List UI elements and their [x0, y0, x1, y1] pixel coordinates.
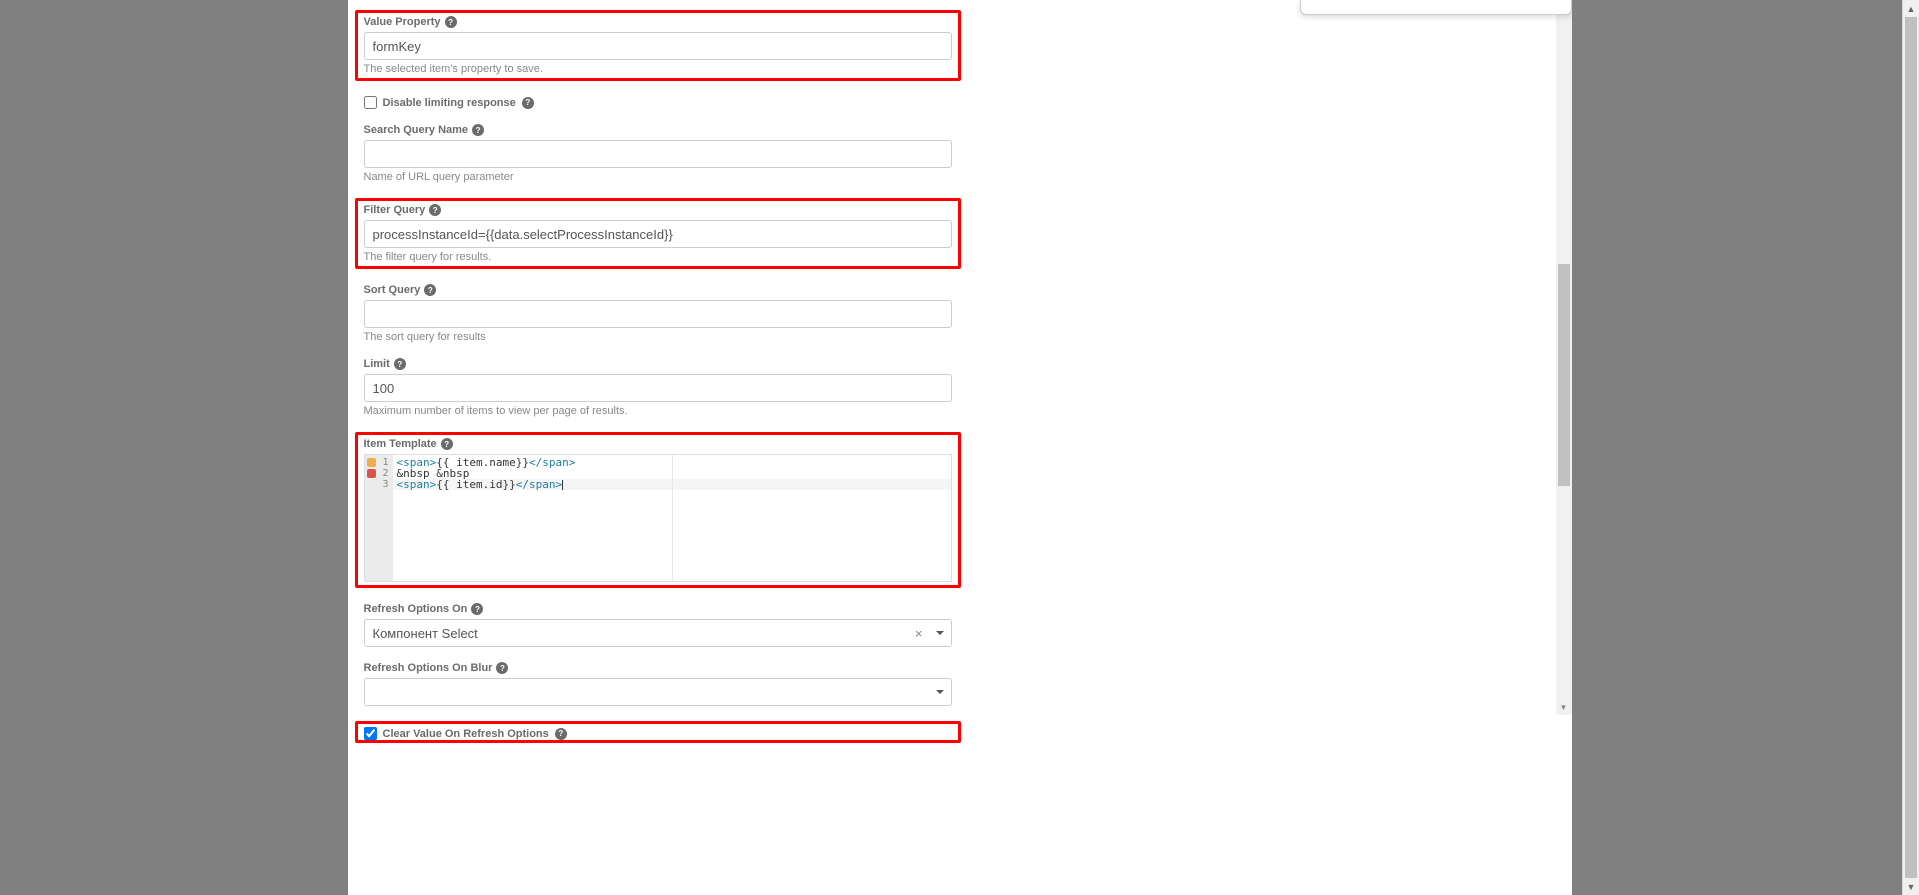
label-text: Refresh Options On: [364, 603, 468, 615]
label-text: Filter Query: [364, 204, 426, 216]
clear-value-on-refresh-label: Clear Value On Refresh Options: [383, 728, 549, 740]
help-icon[interactable]: ?: [424, 284, 436, 296]
sort-query-group: Sort Query ? The sort query for results: [364, 284, 952, 343]
gutter-line: 1: [365, 457, 393, 468]
disable-limiting-group: Disable limiting response ?: [364, 96, 952, 109]
item-template-editor[interactable]: 1 2 3 <span>{{ item.name}}</span> &nbsp …: [364, 454, 952, 582]
disable-limiting-label: Disable limiting response: [383, 97, 516, 109]
scroll-up-icon[interactable]: ▲: [1903, 0, 1919, 17]
search-query-name-input[interactable]: [364, 140, 952, 168]
sort-query-help: The sort query for results: [364, 331, 952, 343]
filter-query-label: Filter Query ?: [364, 204, 952, 216]
filter-query-group: Filter Query ? The filter query for resu…: [355, 198, 961, 269]
label-text: Item Template: [364, 438, 437, 450]
limit-input[interactable]: [364, 374, 952, 402]
help-icon[interactable]: ?: [394, 358, 406, 370]
refresh-options-on-blur-group: Refresh Options On Blur ?: [364, 662, 952, 706]
chevron-down-icon: [936, 631, 944, 635]
label-text: Search Query Name: [364, 124, 469, 136]
refresh-options-on-blur-select[interactable]: [364, 678, 952, 706]
filter-query-input[interactable]: [364, 220, 952, 248]
refresh-options-on-group: Refresh Options On ? Компонент Select ×: [364, 603, 952, 647]
search-query-name-help: Name of URL query parameter: [364, 171, 952, 183]
disable-limiting-checkbox[interactable]: [364, 96, 377, 109]
help-icon[interactable]: ?: [472, 124, 484, 136]
disable-limiting-row[interactable]: Disable limiting response ?: [364, 96, 952, 109]
scroll-track[interactable]: [1556, 16, 1572, 699]
code-body[interactable]: <span>{{ item.name}}</span> &nbsp &nbsp …: [393, 455, 951, 581]
refresh-options-on-select[interactable]: Компонент Select ×: [364, 619, 952, 647]
scroll-track[interactable]: [1903, 17, 1919, 878]
search-query-name-group: Search Query Name ? Name of URL query pa…: [364, 124, 952, 183]
sort-query-input[interactable]: [364, 300, 952, 328]
notification-bubble: [1300, 0, 1572, 15]
select-value: Компонент Select: [373, 626, 478, 641]
gutter-line: 3: [365, 479, 393, 490]
item-template-label: Item Template ?: [364, 438, 952, 450]
value-property-group: Value Property ? The selected item's pro…: [355, 10, 961, 81]
clear-value-on-refresh-row[interactable]: Clear Value On Refresh Options ?: [364, 727, 952, 740]
cursor: [562, 480, 563, 490]
help-icon[interactable]: ?: [522, 97, 534, 109]
page-background: ▲ ▼ Value Property ? The selected item's…: [0, 0, 1919, 895]
refresh-options-on-label: Refresh Options On ?: [364, 603, 952, 615]
label-text: Limit: [364, 358, 390, 370]
help-icon[interactable]: ?: [555, 728, 567, 740]
modal-scrollbar[interactable]: ▲ ▼: [1556, 0, 1572, 715]
scroll-down-icon[interactable]: ▼: [1556, 699, 1572, 715]
help-icon[interactable]: ?: [429, 204, 441, 216]
limit-label: Limit ?: [364, 358, 952, 370]
help-icon[interactable]: ?: [496, 662, 508, 674]
help-icon[interactable]: ?: [441, 438, 453, 450]
limit-help: Maximum number of items to view per page…: [364, 405, 952, 417]
page-scrollbar[interactable]: ▲ ▼: [1902, 0, 1919, 895]
scroll-thumb[interactable]: [1905, 17, 1917, 878]
limit-group: Limit ? Maximum number of items to view …: [364, 358, 952, 417]
modal-body: Value Property ? The selected item's pro…: [348, 0, 1572, 895]
filter-query-help: The filter query for results.: [364, 251, 952, 263]
refresh-options-on-blur-label: Refresh Options On Blur ?: [364, 662, 952, 674]
clear-value-on-refresh-checkbox[interactable]: [364, 727, 377, 740]
gutter-line: 2: [365, 468, 393, 479]
item-template-group: Item Template ? 1 2 3 <span>{{ item.name…: [355, 432, 961, 588]
help-icon[interactable]: ?: [471, 603, 483, 615]
label-text: Sort Query: [364, 284, 421, 296]
chevron-down-icon: [936, 690, 944, 694]
scroll-down-icon[interactable]: ▼: [1903, 878, 1919, 895]
scroll-thumb[interactable]: [1558, 264, 1570, 486]
help-icon[interactable]: ?: [445, 16, 457, 28]
form-column: Value Property ? The selected item's pro…: [364, 10, 952, 749]
value-property-help: The selected item's property to save.: [364, 63, 952, 75]
sort-query-label: Sort Query ?: [364, 284, 952, 296]
code-split-divider: [672, 455, 673, 581]
search-query-name-label: Search Query Name ?: [364, 124, 952, 136]
value-property-input[interactable]: [364, 32, 952, 60]
clear-icon[interactable]: ×: [915, 626, 923, 641]
clear-value-on-refresh-group: Clear Value On Refresh Options ?: [355, 721, 961, 743]
settings-modal: ▲ ▼ Value Property ? The selected item's…: [348, 0, 1572, 895]
code-gutter: 1 2 3: [365, 455, 393, 581]
label-text: Value Property: [364, 16, 441, 28]
label-text: Refresh Options On Blur: [364, 662, 493, 674]
value-property-label: Value Property ?: [364, 16, 952, 28]
